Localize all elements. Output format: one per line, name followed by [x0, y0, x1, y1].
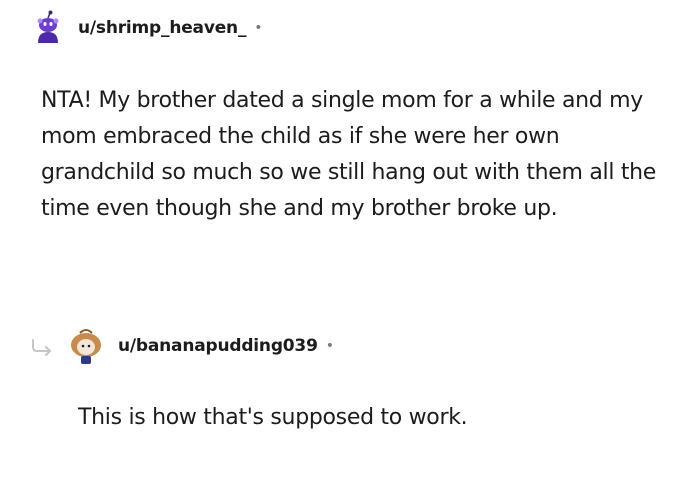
- reply-arrow-icon: [32, 339, 51, 356]
- snoo-avatar-icon[interactable]: [30, 10, 66, 46]
- username[interactable]: u/bananapudding039: [118, 336, 318, 356]
- separator-dot: •: [325, 338, 334, 354]
- comment-body: NTA! My brother dated a single mom for a…: [41, 88, 657, 221]
- comment-header: u/bananapudding039 •: [66, 326, 334, 366]
- comment-body: This is how that's supposed to work.: [78, 405, 468, 430]
- separator-dot: •: [254, 20, 263, 36]
- username[interactable]: u/shrimp_heaven_: [78, 18, 246, 38]
- snoo-avatar-icon[interactable]: [66, 326, 106, 366]
- comment-header: u/shrimp_heaven_ •: [30, 10, 263, 46]
